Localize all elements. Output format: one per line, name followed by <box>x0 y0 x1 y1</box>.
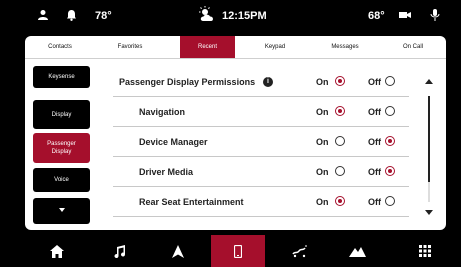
off-label: Off <box>368 137 381 147</box>
off-label: Off <box>368 167 381 177</box>
on-label: On <box>316 107 329 117</box>
nav-phone[interactable] <box>211 235 265 267</box>
on-radio[interactable] <box>335 106 345 116</box>
on-label: On <box>316 77 329 87</box>
sidebar-scroll-down-button[interactable] <box>33 198 90 224</box>
mountains-icon <box>348 246 366 257</box>
camera-icon[interactable] <box>399 9 411 21</box>
off-radio[interactable] <box>385 76 395 86</box>
on-radio[interactable] <box>335 196 345 206</box>
home-icon <box>50 244 64 258</box>
setting-row-rear-seat-entertainment: Rear Seat Entertainment On Off <box>113 187 409 217</box>
notification-bell-icon[interactable] <box>66 9 77 21</box>
phone-icon <box>234 244 242 258</box>
scroll-down-arrow-icon <box>425 210 433 215</box>
setting-label: Device Manager <box>139 137 208 147</box>
tab-keypad[interactable]: Keypad <box>240 36 310 58</box>
setting-row-driver-media: Driver Media On Off <box>113 157 409 187</box>
setting-label: Driver Media <box>139 167 194 177</box>
setting-label: Navigation <box>139 107 186 117</box>
tab-contacts[interactable]: Contacts <box>25 36 95 58</box>
outside-temperature: 78° <box>95 10 112 22</box>
scrollbar-thumb <box>428 96 430 182</box>
setting-label: Passenger Display Permissions <box>119 77 256 87</box>
music-note-icon <box>114 244 126 258</box>
tab-on-call[interactable]: On Call <box>380 36 446 58</box>
info-icon[interactable]: i <box>263 77 273 87</box>
bottom-nav <box>0 235 461 267</box>
setting-row-passenger-display-permissions: Passenger Display Permissions i On Off <box>113 67 409 97</box>
sidebar-item-display[interactable]: Display <box>33 100 90 129</box>
scroll-up-arrow-icon <box>425 79 433 84</box>
off-label: Off <box>368 197 381 207</box>
on-label: On <box>316 137 329 147</box>
on-radio[interactable] <box>335 76 345 86</box>
off-radio[interactable] <box>385 106 395 116</box>
navigation-arrow-icon <box>172 244 184 258</box>
nav-controls[interactable] <box>273 235 327 267</box>
off-radio[interactable] <box>385 196 395 206</box>
sidebar-item-keysense[interactable]: Keysense <box>33 66 90 88</box>
sidebar-item-label: Passenger Display <box>47 141 76 155</box>
partly-cloudy-icon <box>197 6 219 24</box>
microphone-icon[interactable] <box>430 9 440 21</box>
sidebar-item-voice[interactable]: Voice <box>33 168 90 192</box>
scrollbar[interactable] <box>425 78 433 218</box>
nav-apps[interactable] <box>398 235 452 267</box>
profile-icon[interactable] <box>37 9 49 21</box>
tab-messages[interactable]: Messages <box>310 36 380 58</box>
tabs-divider <box>25 58 446 59</box>
setting-row-navigation: Navigation On Off <box>113 97 409 127</box>
off-label: Off <box>368 107 381 117</box>
app-grid-icon <box>419 245 431 257</box>
on-radio[interactable] <box>335 136 345 146</box>
on-radio[interactable] <box>335 166 345 176</box>
car-controls-icon <box>292 245 308 258</box>
scrollbar-track <box>428 182 430 202</box>
nav-media[interactable] <box>93 235 147 267</box>
status-bar: 78° 12:15PM 68° <box>0 0 461 36</box>
off-radio[interactable] <box>385 136 395 146</box>
tab-favorites[interactable]: Favorites <box>95 36 165 58</box>
setting-row-device-manager: Device Manager On Off <box>113 127 409 157</box>
inside-temperature: 68° <box>368 10 385 22</box>
nav-home[interactable] <box>30 235 84 267</box>
settings-panel: Contacts Favorites Recent Keypad Message… <box>25 36 446 230</box>
row-divider <box>113 216 409 217</box>
setting-label: Rear Seat Entertainment <box>139 197 244 207</box>
off-label: Off <box>368 77 381 87</box>
off-radio[interactable] <box>385 166 395 176</box>
caret-down-icon <box>58 207 65 215</box>
on-label: On <box>316 197 329 207</box>
sidebar-item-passenger-display[interactable]: Passenger Display <box>33 133 90 163</box>
phone-tabs: Contacts Favorites Recent Keypad Message… <box>25 36 446 58</box>
on-label: On <box>316 167 329 177</box>
tab-recent[interactable]: Recent <box>180 36 235 58</box>
clock-time[interactable]: 12:15PM <box>222 9 267 23</box>
nav-off-road[interactable] <box>330 235 384 267</box>
nav-navigation[interactable] <box>151 235 205 267</box>
